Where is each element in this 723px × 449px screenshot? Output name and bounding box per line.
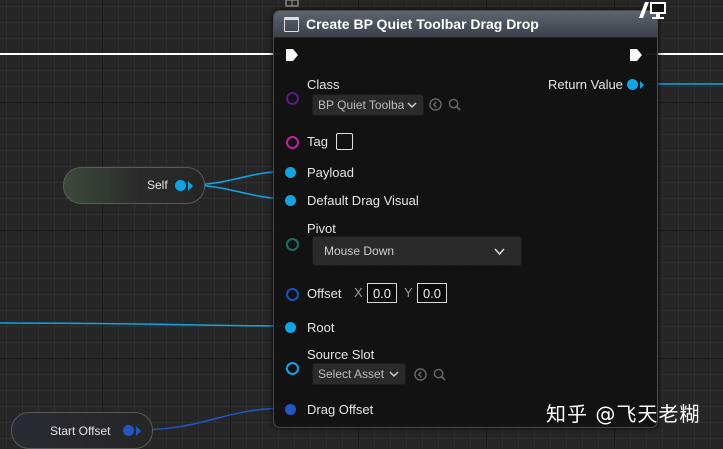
pin-arrow-icon (136, 426, 141, 436)
source-slot-label: Source Slot (307, 347, 375, 362)
drag-offset-input-pin[interactable] (285, 404, 296, 415)
function-icon (284, 16, 299, 32)
pin-arrow-icon (188, 181, 193, 191)
browse-search-icon[interactable] (433, 368, 446, 381)
tag-input-pin[interactable] (286, 136, 299, 149)
use-selected-icon[interactable] (414, 368, 427, 381)
start-offset-node-label: Start Offset (50, 424, 111, 438)
self-output-pin[interactable] (175, 180, 186, 191)
class-label: Class (307, 77, 340, 92)
return-value-label: Return Value (548, 77, 623, 92)
root-wire (0, 322, 291, 327)
offset-label: Offset (307, 286, 342, 301)
drag-offset-label: Drag Offset (307, 402, 374, 417)
offset-x-field[interactable]: 0.0 (367, 283, 397, 303)
use-selected-icon[interactable] (429, 98, 442, 111)
default-drag-visual-label: Default Drag Visual (307, 193, 419, 208)
offset-x-axis-label: X (354, 285, 363, 300)
payload-label: Payload (307, 165, 354, 180)
pivot-label: Pivot (307, 221, 336, 236)
exec-output-pin[interactable] (629, 48, 643, 62)
drag-offset-wire (133, 407, 291, 431)
grid-icon (285, 0, 299, 7)
source-slot-input-pin[interactable] (286, 362, 299, 375)
pivot-input-pin[interactable] (286, 238, 299, 251)
browse-search-icon[interactable] (448, 98, 461, 111)
source-slot-combo-value: Select Asset (318, 367, 385, 381)
node-header[interactable]: Create BP Quiet Toolbar Drag Drop (274, 11, 657, 38)
self-node-label: Self (147, 178, 168, 192)
start-offset-output-pin[interactable] (123, 425, 134, 436)
root-input-pin[interactable] (285, 322, 296, 333)
offset-y-axis-label: Y (404, 285, 413, 300)
payload-input-pin[interactable] (285, 167, 296, 178)
tag-checkbox[interactable] (336, 133, 353, 150)
self-node[interactable]: Self (63, 167, 205, 204)
class-input-pin[interactable] (286, 92, 299, 105)
class-combo-value: BP Quiet Toolba (318, 98, 404, 112)
pivot-combo-value: Mouse Down (324, 244, 395, 258)
exec-input-pin[interactable] (285, 48, 299, 62)
tag-label: Tag (307, 134, 328, 149)
default-drag-visual-input-pin[interactable] (285, 195, 296, 206)
chevron-down-icon (494, 248, 505, 256)
offset-input-pin[interactable] (286, 288, 299, 301)
chevron-down-icon (389, 371, 399, 378)
chevron-down-icon (407, 102, 417, 109)
watermark-text: 知乎 @飞天老糊 (546, 402, 701, 426)
pin-arrow-icon (640, 81, 644, 89)
start-offset-node[interactable]: Start Offset (11, 412, 153, 449)
pivot-combo[interactable]: Mouse Down (312, 236, 522, 266)
offset-y-field[interactable]: 0.0 (417, 283, 447, 303)
root-label: Root (307, 320, 335, 335)
return-value-pin[interactable] (627, 79, 638, 90)
offset-x-value: 0.0 (372, 285, 392, 301)
class-combo[interactable]: BP Quiet Toolba (312, 94, 424, 116)
create-drag-drop-node[interactable]: Create BP Quiet Toolbar Drag Drop Class … (273, 10, 658, 428)
monitor-icon (639, 2, 666, 19)
node-title: Create BP Quiet Toolbar Drag Drop (306, 16, 539, 32)
source-slot-combo[interactable]: Select Asset (312, 363, 406, 385)
offset-y-value: 0.0 (422, 285, 442, 301)
